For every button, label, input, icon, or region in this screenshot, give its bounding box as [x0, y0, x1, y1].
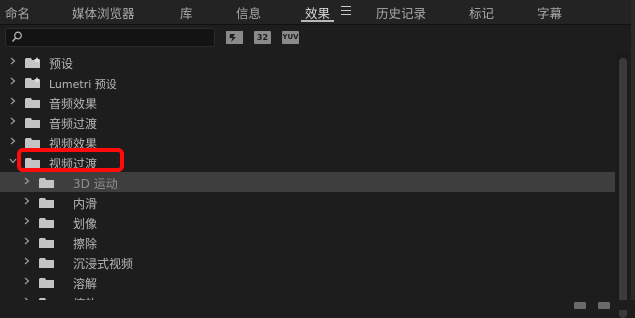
chevron-right-icon[interactable]	[23, 277, 31, 285]
chevron-right-icon[interactable]	[9, 117, 17, 125]
tree-item[interactable]: 溶解	[0, 272, 615, 292]
search-icon	[11, 31, 22, 42]
yuv-effects-icon[interactable]: YUV	[282, 31, 299, 44]
tab-captions[interactable]: 字幕	[537, 3, 562, 22]
tree-item-label: 音频效果	[49, 97, 98, 111]
tab-media-browser[interactable]: 媒体浏览器	[72, 3, 135, 22]
delete-icon[interactable]	[598, 302, 610, 309]
tree-item-label: 擦除	[73, 237, 98, 251]
folder-icon	[39, 198, 54, 208]
tree-item[interactable]: 擦除	[0, 232, 615, 252]
scrollbar-thumb[interactable]	[619, 58, 627, 318]
highlight-annotation	[17, 148, 124, 172]
new-bin-icon[interactable]	[574, 302, 586, 309]
tree-item-label: 音频过渡	[49, 117, 98, 131]
tree-item[interactable]: 划像	[0, 212, 615, 232]
folder-icon	[39, 178, 54, 188]
panel-menu-icon[interactable]	[341, 6, 351, 16]
chevron-right-icon[interactable]	[23, 257, 31, 265]
tree-item[interactable]: 3D 运动	[0, 172, 615, 192]
tree-item[interactable]: 预设	[0, 52, 615, 72]
chevron-right-icon[interactable]	[9, 137, 17, 145]
chevron-right-icon[interactable]	[9, 57, 17, 65]
tree-item-label: 预设	[49, 57, 74, 71]
search-input[interactable]	[5, 28, 215, 47]
tree-scrollbar[interactable]	[617, 52, 629, 318]
tree-item[interactable]: Lumetri 预设	[0, 72, 615, 92]
tree-item-label: 3D 运动	[73, 177, 118, 191]
folder-icon	[39, 238, 54, 248]
chevron-right-icon[interactable]	[9, 97, 17, 105]
folder-icon	[39, 278, 54, 288]
tree-item-label: Lumetri 预设	[49, 78, 117, 91]
chevron-right-icon[interactable]	[23, 197, 31, 205]
tree-item[interactable]: 内滑	[0, 192, 615, 212]
tab-markers[interactable]: 标记	[469, 3, 494, 22]
tab-history[interactable]: 历史记录	[376, 3, 426, 22]
chevron-right-icon[interactable]	[23, 177, 31, 185]
tree-item-label: 溶解	[73, 277, 98, 291]
effects-tree: 预设 Lumetri 预设 音频效果 音频过渡 视频效果 视频过渡 3D 运动 内滑 划像 擦除沉…	[0, 52, 615, 300]
tree-item[interactable]: 缩放	[0, 292, 615, 300]
folder-icon	[39, 258, 54, 268]
panel-tab-bar: 命名 媒体浏览器 库 信息 效果 历史记录 标记 字幕	[0, 0, 635, 25]
tree-item[interactable]: 音频效果	[0, 92, 615, 112]
active-tab-indicator	[301, 20, 334, 22]
chevron-right-icon[interactable]	[23, 237, 31, 245]
folder-icon	[25, 118, 40, 128]
tab-naming[interactable]: 命名	[5, 3, 30, 22]
tree-item[interactable]: 音频过渡	[0, 112, 615, 132]
effects-toolbar: 32 YUV	[0, 25, 635, 51]
preset-folder-icon	[25, 77, 40, 88]
chevron-right-icon[interactable]	[23, 217, 31, 225]
chevron-down-icon[interactable]	[9, 157, 17, 165]
panel-right-edge	[631, 0, 635, 310]
tab-info[interactable]: 信息	[236, 3, 261, 22]
32bit-color-icon[interactable]: 32	[254, 31, 271, 44]
tree-item[interactable]: 沉浸式视频	[0, 252, 615, 272]
folder-icon	[39, 218, 54, 228]
tree-item-label: 内滑	[73, 197, 98, 211]
panel-footer	[0, 300, 635, 310]
folder-icon	[25, 98, 40, 108]
tree-item-label: 划像	[73, 217, 98, 231]
tree-item-label: 沉浸式视频	[73, 257, 134, 271]
tab-library[interactable]: 库	[180, 3, 193, 22]
accelerated-effects-icon[interactable]	[226, 31, 243, 44]
chevron-right-icon[interactable]	[9, 77, 17, 85]
preset-folder-icon	[25, 57, 40, 68]
